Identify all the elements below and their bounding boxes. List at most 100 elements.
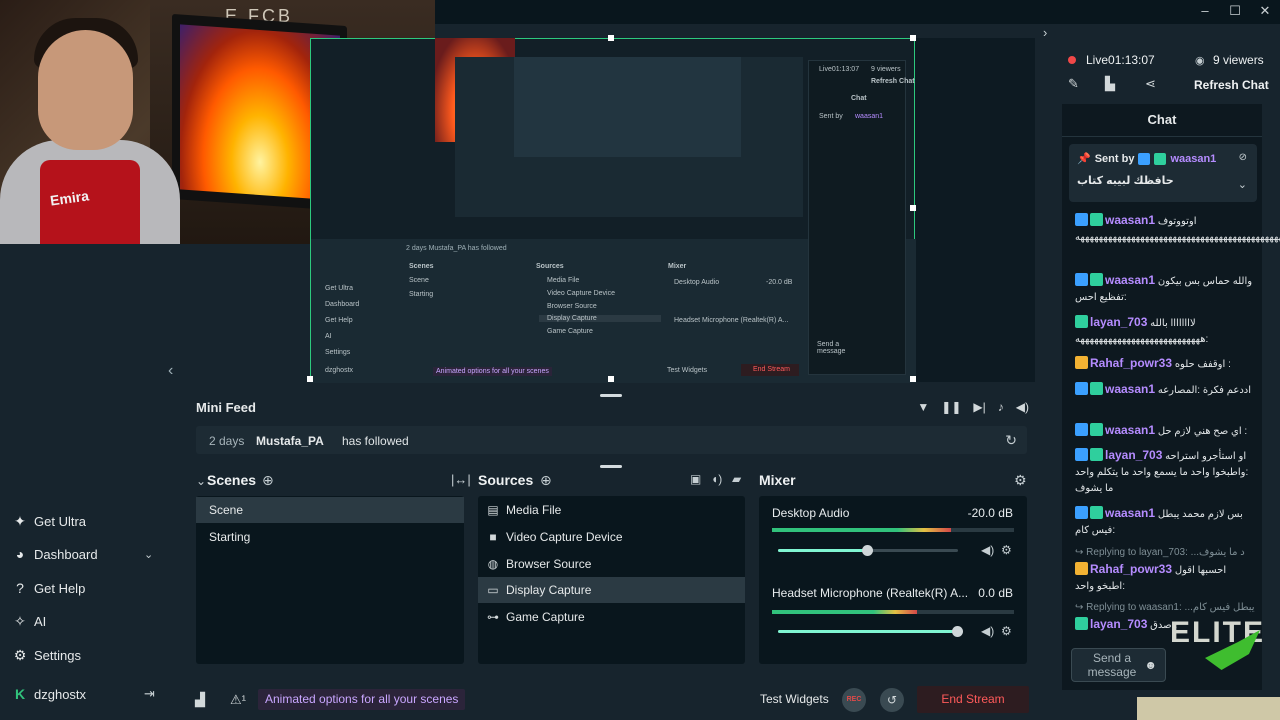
- stats-icon[interactable]: ▟: [195, 692, 205, 708]
- gear-icon[interactable]: ⚙: [1001, 543, 1012, 557]
- chat-message[interactable]: Rahaf_powr33 اوقفف حلوه :: [1075, 355, 1257, 373]
- chat-username[interactable]: waasan1: [1105, 273, 1155, 287]
- desktop-audio-volume-slider[interactable]: [778, 545, 958, 556]
- feed-event-user[interactable]: Mustafa_PA: [256, 434, 324, 448]
- source-item-game-capture[interactable]: ⊶ Game Capture: [478, 604, 745, 630]
- chat-text: اوقفف حلوه :: [1172, 359, 1231, 370]
- source-item-video-capture[interactable]: ■ Video Capture Device: [478, 524, 745, 550]
- end-stream-button[interactable]: End Stream: [917, 686, 1029, 713]
- nested-src-5: Game Capture: [547, 328, 593, 335]
- edit-icon[interactable]: ✎: [1068, 76, 1079, 92]
- chat-message[interactable]: layan_703 او استأجرو استراحه :واطبخوا وا…: [1075, 447, 1257, 497]
- replay-alert-icon[interactable]: ↻: [1005, 432, 1017, 449]
- chat-username[interactable]: waasan1: [1105, 382, 1155, 396]
- sidebar-item-dashboard[interactable]: ◕ Dashboard: [12, 546, 98, 562]
- window-controls: – ☐ ✕: [1198, 3, 1272, 19]
- source-item-display-capture[interactable]: ▭ Display Capture: [478, 577, 745, 603]
- resize-handle-bl[interactable]: [307, 376, 313, 382]
- widget-icon[interactable]: ▣: [690, 472, 701, 486]
- chat-message[interactable]: waasan1 اددعم فكرة :المصارعه: [1075, 381, 1257, 399]
- sidebar-item-ai[interactable]: ✧ AI: [12, 613, 46, 630]
- media-icon[interactable]: ▙: [1105, 76, 1115, 92]
- slider-knob[interactable]: [862, 545, 873, 556]
- skip-icon[interactable]: ▶|: [973, 400, 985, 414]
- source-item-browser[interactable]: ◍ Browser Source: [478, 551, 745, 577]
- gear-icon: ⚙: [13, 647, 27, 663]
- source-label: Media File: [506, 503, 562, 517]
- sidebar-item-settings[interactable]: ⚙ Settings: [12, 647, 81, 664]
- promo-banner[interactable]: Animated options for all your scenes: [258, 689, 466, 710]
- scene-item-starting[interactable]: Starting: [196, 524, 464, 550]
- transition-icon[interactable]: |↔|: [451, 472, 471, 487]
- green-badge-icon: [1090, 273, 1103, 286]
- pause-icon[interactable]: ❚❚: [941, 400, 961, 414]
- chevron-down-icon[interactable]: ⌄: [1238, 178, 1247, 191]
- ai-sparkle-icon: ✧: [14, 613, 26, 629]
- filter-icon[interactable]: ▼: [917, 400, 929, 414]
- feed-event-row[interactable]: 2 days Mustafa_PA has followed ↻: [196, 426, 1027, 454]
- chat-message[interactable]: waasan1 بس لازم محمد يبطل :فيس كام: [1075, 505, 1257, 539]
- hide-icon[interactable]: ⊘: [1239, 152, 1247, 163]
- folder-icon[interactable]: ▰: [732, 472, 741, 486]
- chat-username[interactable]: layan_703: [1105, 448, 1162, 462]
- close-icon[interactable]: ✕: [1258, 3, 1272, 19]
- nested-mix-2: Headset Microphone (Realtek(R) A...: [674, 317, 789, 324]
- chat-username[interactable]: layan_703: [1090, 315, 1147, 329]
- resize-handle-tr[interactable]: [910, 35, 916, 41]
- replay-buffer-icon[interactable]: ↺: [880, 688, 904, 712]
- nested-side-2: Dashboard: [325, 301, 360, 308]
- docks-resize-handle[interactable]: [600, 465, 622, 468]
- mic-volume-slider[interactable]: [778, 626, 963, 637]
- slider-knob[interactable]: [952, 626, 963, 637]
- gear-icon[interactable]: ⚙: [1001, 624, 1012, 638]
- test-widgets-button[interactable]: Test Widgets: [760, 692, 829, 706]
- logout-icon[interactable]: ⇥: [144, 686, 155, 702]
- chat-username[interactable]: waasan1: [1105, 213, 1155, 227]
- speaker-icon[interactable]: ◀): [981, 543, 994, 557]
- chat-input[interactable]: Send a message ☻: [1071, 648, 1166, 682]
- chat-message[interactable]: waasan1 اوتووتوف :هههههههههههههههههههههه…: [1075, 212, 1280, 246]
- sidebar-item-get-help[interactable]: ? Get Help: [12, 580, 85, 596]
- chat-message[interactable]: Rahaf_powr33 احسبها اقول :اطبخو واحد: [1075, 561, 1257, 595]
- chat-username[interactable]: Rahaf_powr33: [1090, 356, 1172, 370]
- mini-feed-header: Mini Feed ▼ ❚❚ ▶| ♪ ◀): [180, 390, 1035, 424]
- gear-icon[interactable]: ⚙: [1014, 472, 1027, 489]
- scene-item-scene[interactable]: Scene: [196, 497, 464, 523]
- add-source-icon[interactable]: ⊕: [540, 472, 552, 489]
- chat-username[interactable]: layan_703: [1090, 617, 1147, 631]
- refresh-chat-button[interactable]: Refresh Chat: [1194, 78, 1269, 92]
- chat-username[interactable]: waasan1: [1105, 423, 1155, 437]
- maximize-icon[interactable]: ☐: [1228, 3, 1242, 19]
- chat-message[interactable]: layan_703 لاااااااا بالله :ههههههههههههه…: [1075, 314, 1257, 348]
- add-scene-icon[interactable]: ⊕: [262, 472, 274, 489]
- chat-message[interactable]: waasan1 اي صح هني لازم حل :: [1075, 422, 1257, 440]
- collapse-left-icon[interactable]: ‹: [168, 362, 173, 380]
- record-button[interactable]: REC: [842, 688, 866, 712]
- chat-username[interactable]: waasan1: [1105, 506, 1155, 520]
- resize-handle-right[interactable]: [910, 205, 916, 211]
- sidebar-account[interactable]: K dzghostx: [12, 686, 86, 702]
- chat-username[interactable]: Rahaf_powr33: [1090, 562, 1172, 576]
- pinned-user[interactable]: waasan1: [1170, 153, 1216, 165]
- volume-icon[interactable]: ◀): [1016, 400, 1029, 414]
- resize-handle-top[interactable]: [608, 35, 614, 41]
- source-item-media-file[interactable]: ▤ Media File: [478, 497, 745, 523]
- resize-handle-br[interactable]: [910, 376, 916, 382]
- sidebar-item-label: Settings: [34, 648, 81, 663]
- audio-icon[interactable]: ◖): [711, 472, 722, 486]
- chevron-down-icon[interactable]: ⌄: [196, 474, 206, 488]
- minimize-icon[interactable]: –: [1198, 3, 1212, 19]
- chat-message[interactable]: waasan1 والله حماس بس بيكون :تفظيع احس: [1075, 272, 1257, 306]
- pinned-message[interactable]: 📌 Sent by waasan1 ⊘ حافظك لبيبه كتاب ⌄: [1069, 144, 1257, 202]
- feed-event-time: 2 days: [209, 434, 245, 448]
- nested-src-2: Video Capture Device: [547, 290, 615, 297]
- sidebar-item-get-ultra[interactable]: ✦ Get Ultra: [12, 513, 86, 530]
- speaker-icon[interactable]: ◀): [981, 624, 994, 638]
- chevron-down-icon[interactable]: ⌄: [144, 548, 153, 561]
- bell-icon[interactable]: ♪: [998, 400, 1004, 414]
- resize-handle-bottom[interactable]: [608, 376, 614, 382]
- share-icon[interactable]: ⋖: [1145, 76, 1156, 92]
- alert-icon[interactable]: ⚠¹: [230, 692, 246, 708]
- emoji-icon[interactable]: ☻: [1144, 658, 1157, 672]
- collapse-right-icon[interactable]: ›: [1043, 25, 1047, 40]
